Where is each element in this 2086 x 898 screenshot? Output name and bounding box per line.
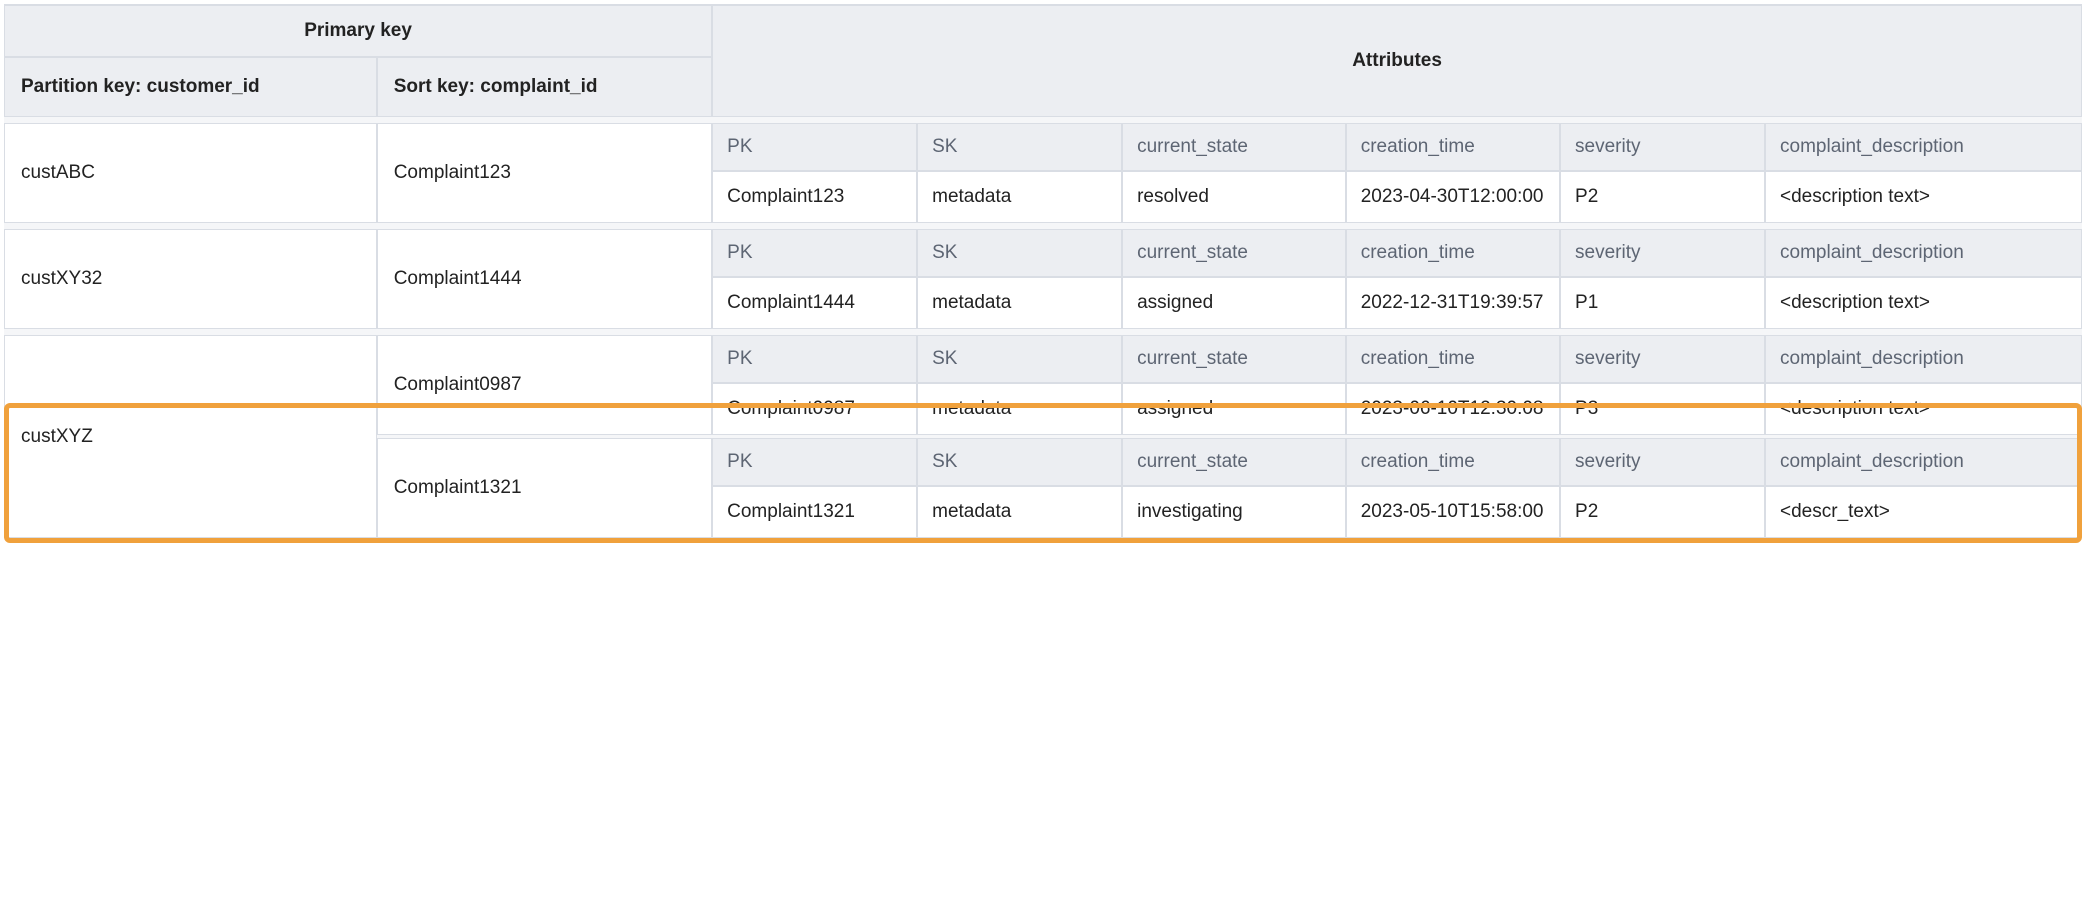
cell-creation-time: 2023-06-10T12:30:08 <box>1346 383 1560 435</box>
attr-header-severity: severity <box>1560 123 1765 171</box>
partition-key-cell: custABC <box>4 123 377 223</box>
sort-key-cell: Complaint123 <box>377 123 712 223</box>
cell-complaint-description: <description text> <box>1765 383 2082 435</box>
attr-header-current-state: current_state <box>1122 123 1346 171</box>
sort-key-cell: Complaint1321 <box>377 438 712 538</box>
cell-severity: P3 <box>1560 383 1765 435</box>
cell-severity: P2 <box>1560 171 1765 223</box>
attr-header-current-state: current_state <box>1122 229 1346 277</box>
attr-header-pk: PK <box>712 229 917 277</box>
sort-key-cell: Complaint1444 <box>377 229 712 329</box>
primary-key-header: Primary key <box>4 4 712 57</box>
cell-creation-time: 2023-05-10T15:58:00 <box>1346 486 1560 538</box>
cell-creation-time: 2023-04-30T12:00:00 <box>1346 171 1560 223</box>
cell-current-state: assigned <box>1122 383 1346 435</box>
attr-header-pk: PK <box>712 438 917 486</box>
cell-current-state: resolved <box>1122 171 1346 223</box>
dynamodb-table: Primary key Attributes Partition key: cu… <box>4 4 2082 538</box>
attributes-header: Attributes <box>712 4 2082 117</box>
attr-header-creation-time: creation_time <box>1346 123 1560 171</box>
attr-header-current-state: current_state <box>1122 335 1346 383</box>
attr-header-pk: PK <box>712 123 917 171</box>
table-header-row: Primary key Attributes <box>4 4 2082 57</box>
attr-header-pk: PK <box>712 335 917 383</box>
cell-pk: Complaint123 <box>712 171 917 223</box>
table-wrapper: Primary key Attributes Partition key: cu… <box>4 4 2082 538</box>
attr-header-creation-time: creation_time <box>1346 438 1560 486</box>
attr-header-complaint-description: complaint_description <box>1765 229 2082 277</box>
attr-header-severity: severity <box>1560 438 1765 486</box>
table-row: custXYZ Complaint0987 PK SK current_stat… <box>4 335 2082 383</box>
partition-key-header: Partition key: customer_id <box>4 57 377 117</box>
cell-sk: metadata <box>917 486 1122 538</box>
cell-severity: P1 <box>1560 277 1765 329</box>
attr-header-complaint-description: complaint_description <box>1765 123 2082 171</box>
cell-sk: metadata <box>917 383 1122 435</box>
attr-header-sk: SK <box>917 335 1122 383</box>
partition-key-cell: custXYZ <box>4 335 377 538</box>
partition-key-cell: custXY32 <box>4 229 377 329</box>
attr-header-creation-time: creation_time <box>1346 229 1560 277</box>
cell-complaint-description: <description text> <box>1765 171 2082 223</box>
cell-severity: P2 <box>1560 486 1765 538</box>
attr-header-severity: severity <box>1560 229 1765 277</box>
cell-current-state: assigned <box>1122 277 1346 329</box>
cell-sk: metadata <box>917 277 1122 329</box>
cell-pk: Complaint1444 <box>712 277 917 329</box>
cell-creation-time: 2022-12-31T19:39:57 <box>1346 277 1560 329</box>
attr-header-sk: SK <box>917 123 1122 171</box>
cell-current-state: investigating <box>1122 486 1346 538</box>
attr-header-sk: SK <box>917 229 1122 277</box>
cell-pk: Complaint1321 <box>712 486 917 538</box>
table-row: custXY32 Complaint1444 PK SK current_sta… <box>4 229 2082 277</box>
cell-complaint-description: <description text> <box>1765 277 2082 329</box>
table-row: custABC Complaint123 PK SK current_state… <box>4 123 2082 171</box>
cell-pk: Complaint0987 <box>712 383 917 435</box>
attr-header-complaint-description: complaint_description <box>1765 438 2082 486</box>
cell-complaint-description: <descr_text> <box>1765 486 2082 538</box>
attr-header-sk: SK <box>917 438 1122 486</box>
attr-header-creation-time: creation_time <box>1346 335 1560 383</box>
attr-header-current-state: current_state <box>1122 438 1346 486</box>
sort-key-cell: Complaint0987 <box>377 335 712 435</box>
cell-sk: metadata <box>917 171 1122 223</box>
attr-header-severity: severity <box>1560 335 1765 383</box>
attr-header-complaint-description: complaint_description <box>1765 335 2082 383</box>
sort-key-header: Sort key: complaint_id <box>377 57 712 117</box>
